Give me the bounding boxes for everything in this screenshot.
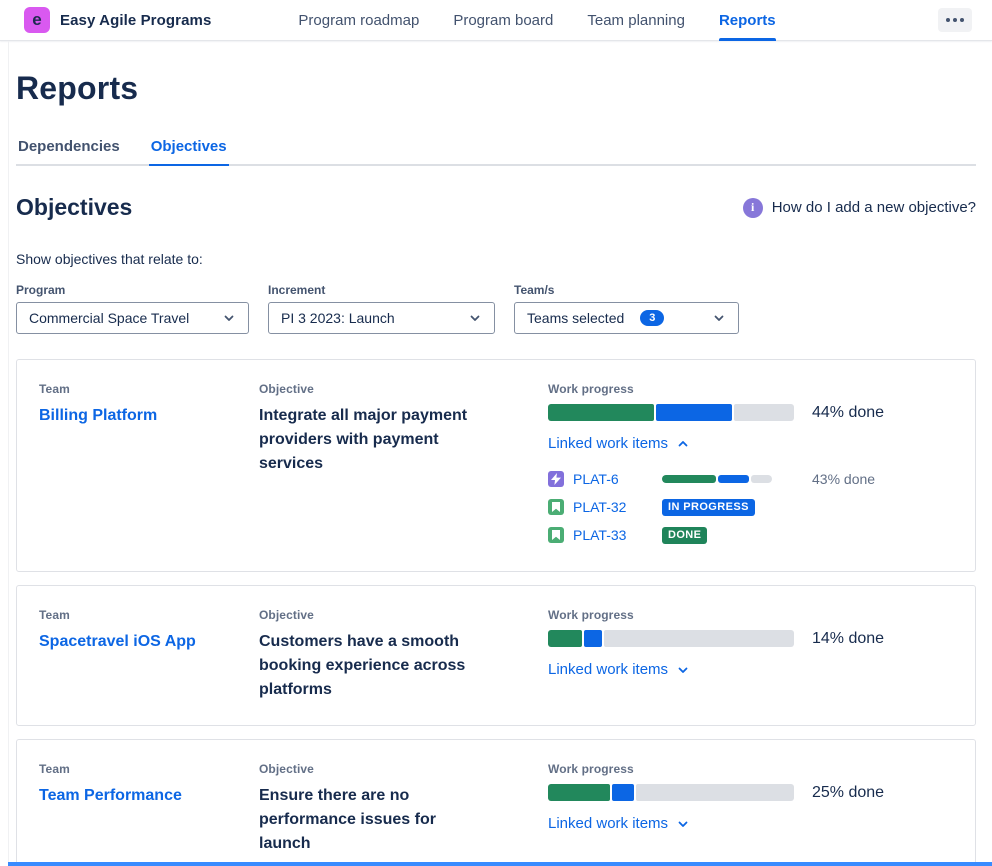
progress-done-text: 14% done — [812, 630, 884, 648]
chevron-down-icon — [676, 817, 690, 831]
objective-column-label: Objective — [259, 382, 548, 396]
linked-work-items-label: Linked work items — [548, 815, 668, 832]
linked-work-items-label: Linked work items — [548, 661, 668, 678]
tab-objectives[interactable]: Objectives — [149, 138, 229, 164]
more-options-button[interactable] — [938, 8, 972, 32]
objective-text: Integrate all major payment providers wi… — [259, 404, 489, 476]
increment-filter-label: Increment — [268, 283, 495, 297]
program-select-value: Commercial Space Travel — [29, 310, 189, 326]
nav-tabs: Program roadmap Program board Team plann… — [281, 0, 792, 41]
ellipsis-icon — [946, 18, 950, 22]
filter-intro-text: Show objectives that relate to: — [16, 251, 976, 267]
objective-cards: Team Billing Platform Objective Integrat… — [16, 359, 976, 866]
teams-filter-label: Team/s — [514, 283, 739, 297]
page-title: Reports — [16, 41, 976, 107]
progress-inprogress-segment — [656, 404, 732, 421]
linked-work-items-toggle[interactable]: Linked work items — [548, 815, 690, 832]
progress-todo-segment — [734, 404, 794, 421]
objective-text: Ensure there are no performance issues f… — [259, 784, 489, 856]
work-item-key[interactable]: PLAT-6 — [573, 471, 619, 487]
item-done-segment — [662, 475, 716, 483]
horizontal-scrollbar[interactable] — [8, 862, 992, 866]
chevron-down-icon — [468, 311, 482, 325]
progress-done-segment — [548, 404, 654, 421]
linked-item-row: PLAT-6 43% done — [548, 465, 953, 493]
chevron-down-icon — [222, 311, 236, 325]
help-link[interactable]: i How do I add a new objective? — [743, 198, 976, 218]
teams-count-badge: 3 — [640, 310, 664, 326]
linked-work-items-toggle[interactable]: Linked work items — [548, 435, 690, 452]
progress-column-label: Work progress — [548, 608, 953, 622]
progress-done-text: 25% done — [812, 784, 884, 802]
easy-agile-logo-icon: e — [24, 7, 50, 33]
item-inprogress-segment — [718, 475, 749, 483]
objective-text: Customers have a smooth booking experien… — [259, 630, 489, 702]
teams-select-value: Teams selected — [527, 310, 624, 326]
program-select[interactable]: Commercial Space Travel — [16, 302, 249, 334]
work-item-key[interactable]: PLAT-32 — [573, 499, 626, 515]
nav-item-reports[interactable]: Reports — [702, 0, 793, 41]
progress-inprogress-segment — [612, 784, 634, 801]
objective-card: Team Team Performance Objective Ensure t… — [16, 739, 976, 866]
linked-item-row: PLAT-32 IN PROGRESS — [548, 493, 953, 521]
progress-done-text: 44% done — [812, 404, 884, 422]
filter-bar: Program Commercial Space Travel Incremen… — [16, 283, 976, 334]
team-link[interactable]: Billing Platform — [39, 404, 199, 428]
progress-todo-segment — [604, 630, 794, 647]
increment-select-value: PI 3 2023: Launch — [281, 310, 395, 326]
nav-item-team-planning[interactable]: Team planning — [570, 0, 702, 41]
objective-column-label: Objective — [259, 608, 548, 622]
progress-bar — [548, 404, 794, 421]
objective-card: Team Billing Platform Objective Integrat… — [16, 359, 976, 572]
progress-column-label: Work progress — [548, 762, 953, 776]
help-link-label: How do I add a new objective? — [772, 199, 976, 216]
item-progress-bar — [662, 475, 772, 483]
report-tabs: Dependencies Objectives — [16, 138, 976, 166]
team-link[interactable]: Team Performance — [39, 784, 199, 808]
linked-items-list: PLAT-6 43% done — [548, 465, 953, 549]
objective-card: Team Spacetravel iOS App Objective Custo… — [16, 585, 976, 726]
progress-done-segment — [548, 630, 582, 647]
main-content: Reports Dependencies Objectives Objectiv… — [8, 41, 992, 866]
tab-dependencies[interactable]: Dependencies — [16, 138, 122, 164]
objective-column-label: Objective — [259, 762, 548, 776]
linked-work-items-label: Linked work items — [548, 435, 668, 452]
team-column-label: Team — [39, 382, 259, 396]
progress-bar — [548, 630, 794, 647]
nav-item-program-roadmap[interactable]: Program roadmap — [281, 0, 436, 41]
status-badge: IN PROGRESS — [662, 499, 755, 516]
teams-select[interactable]: Teams selected 3 — [514, 302, 739, 334]
team-column-label: Team — [39, 608, 259, 622]
chevron-up-icon — [676, 437, 690, 451]
progress-column-label: Work progress — [548, 382, 953, 396]
chevron-down-icon — [712, 311, 726, 325]
item-done-text: 43% done — [812, 471, 875, 487]
team-column-label: Team — [39, 762, 259, 776]
item-todo-segment — [751, 475, 772, 483]
info-icon: i — [743, 198, 763, 218]
story-icon — [548, 527, 564, 543]
top-navigation: e Easy Agile Programs Program roadmap Pr… — [0, 0, 992, 41]
nav-item-program-board[interactable]: Program board — [436, 0, 570, 41]
increment-select[interactable]: PI 3 2023: Launch — [268, 302, 495, 334]
progress-inprogress-segment — [584, 630, 601, 647]
program-filter-label: Program — [16, 283, 249, 297]
work-item-key[interactable]: PLAT-33 — [573, 527, 626, 543]
app-name: Easy Agile Programs — [60, 12, 211, 29]
status-badge: DONE — [662, 527, 707, 544]
team-link[interactable]: Spacetravel iOS App — [39, 630, 199, 654]
linked-item-row: PLAT-33 DONE — [548, 521, 953, 549]
epic-icon — [548, 471, 564, 487]
progress-done-segment — [548, 784, 610, 801]
story-icon — [548, 499, 564, 515]
linked-work-items-toggle[interactable]: Linked work items — [548, 661, 690, 678]
chevron-down-icon — [676, 663, 690, 677]
section-title: Objectives — [16, 194, 132, 221]
progress-bar — [548, 784, 794, 801]
progress-todo-segment — [636, 784, 794, 801]
